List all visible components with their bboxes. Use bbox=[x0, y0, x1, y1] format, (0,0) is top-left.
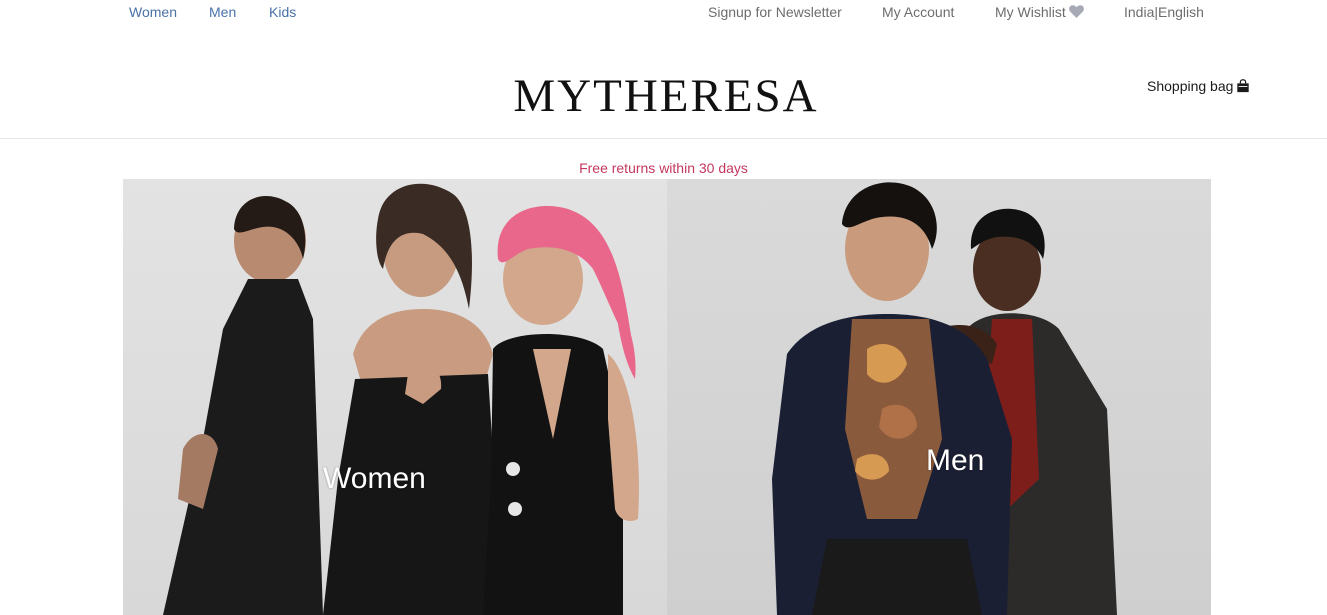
nav-link-men[interactable]: Men bbox=[209, 4, 236, 20]
my-account-link[interactable]: My Account bbox=[882, 4, 954, 20]
women-tile-label: Women bbox=[323, 462, 426, 495]
men-tile-label: Men bbox=[926, 444, 985, 477]
free-returns-banner: Free returns within 30 days bbox=[579, 160, 748, 176]
country-language-selector[interactable]: India|English bbox=[1124, 4, 1204, 20]
women-category-tile[interactable]: Women bbox=[123, 179, 667, 615]
shopping-bag-icon bbox=[1237, 79, 1250, 93]
shopping-bag-label: Shopping bag bbox=[1147, 78, 1234, 94]
men-category-tile[interactable]: Men bbox=[667, 179, 1211, 615]
men-campaign-image bbox=[772, 182, 1117, 615]
newsletter-signup-link[interactable]: Signup for Newsletter bbox=[708, 4, 842, 20]
wishlist-label: My Wishlist bbox=[995, 4, 1066, 20]
header: MYTHERESA Shopping bag bbox=[0, 26, 1327, 139]
my-wishlist-link[interactable]: My Wishlist bbox=[995, 4, 1084, 20]
site-logo[interactable]: MYTHERESA bbox=[508, 70, 824, 122]
nav-link-kids[interactable]: Kids bbox=[269, 4, 296, 20]
nav-link-women[interactable]: Women bbox=[129, 4, 177, 20]
shopping-bag-link[interactable]: Shopping bag bbox=[1147, 78, 1250, 94]
top-navigation-bar: Women Men Kids Signup for Newsletter My … bbox=[0, 0, 1327, 26]
women-campaign-image bbox=[163, 183, 639, 615]
heart-icon bbox=[1068, 5, 1084, 18]
